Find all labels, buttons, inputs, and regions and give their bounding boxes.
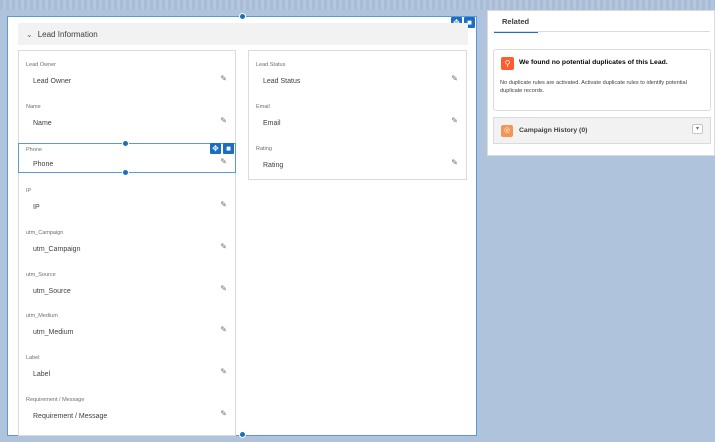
duplicates-card: ⚲ We found no potential duplicates of th… xyxy=(493,49,711,111)
field-value: utm_Campaign xyxy=(33,246,81,253)
field-requirement-message[interactable]: Requirement / Message Requirement / Mess… xyxy=(19,394,235,434)
campaign-target-icon: ◎ xyxy=(501,125,513,137)
section-title: Lead Information xyxy=(37,29,98,39)
field-value: Phone xyxy=(33,161,54,168)
field-value: Email xyxy=(263,120,281,127)
field-label: utm_Campaign xyxy=(26,230,64,236)
field-value: Label xyxy=(33,371,51,378)
pencil-icon[interactable]: ✎ xyxy=(220,74,227,83)
bottom-resize-handle[interactable] xyxy=(239,431,246,438)
bottom-resize-handle[interactable] xyxy=(122,169,129,176)
field-ip[interactable]: IP IP ✎ xyxy=(19,185,235,225)
pencil-icon[interactable]: ✎ xyxy=(451,116,458,125)
campaign-history-card[interactable]: ◎ Campaign History (0) ▾ xyxy=(493,117,711,144)
pencil-icon[interactable]: ✎ xyxy=(220,242,227,251)
field-value: Requirement / Message xyxy=(33,413,108,420)
field-utm-campaign[interactable]: utm_Campaign utm_Campaign ✎ xyxy=(19,227,235,267)
field-label-field[interactable]: Label Label ✎ xyxy=(19,352,235,392)
tab-divider xyxy=(494,31,710,32)
field-name[interactable]: Name Name ✎ xyxy=(19,101,235,141)
trash-icon[interactable]: ■ xyxy=(223,143,234,154)
move-icon[interactable]: ✥ xyxy=(210,143,221,154)
pencil-icon[interactable]: ✎ xyxy=(451,158,458,167)
field-label: Lead Status xyxy=(256,62,286,68)
field-label: Phone xyxy=(26,147,42,153)
pencil-icon[interactable]: ✎ xyxy=(451,74,458,83)
field-label: Name xyxy=(26,104,41,110)
field-value: Lead Owner xyxy=(33,78,72,85)
chevron-down-icon[interactable]: ⌄ xyxy=(26,30,33,39)
duplicates-title: We found no potential duplicates of this… xyxy=(519,59,668,66)
field-label: Lead Owner xyxy=(26,62,56,68)
field-rating[interactable]: Rating Rating ✎ xyxy=(249,143,466,183)
chevron-down-icon[interactable]: ▾ xyxy=(692,124,703,134)
field-label: Email xyxy=(256,104,270,110)
section-header[interactable]: ⌄ Lead Information xyxy=(18,23,468,45)
field-lead-owner[interactable]: Lead Owner Lead Owner ✎ xyxy=(19,59,235,99)
field-phone[interactable]: ✥ ■ Phone Phone ✎ xyxy=(18,140,236,176)
field-label: utm_Source xyxy=(26,272,56,278)
field-value: Name xyxy=(33,120,52,127)
field-label: Requirement / Message xyxy=(26,397,85,403)
top-resize-handle[interactable] xyxy=(122,140,129,147)
pencil-icon[interactable]: ✎ xyxy=(220,116,227,125)
field-toolbar: ✥ ■ xyxy=(210,143,234,154)
field-utm-medium[interactable]: utm_Medium utm_Medium ✎ xyxy=(19,310,235,350)
campaign-history-title[interactable]: Campaign History (0) xyxy=(519,127,587,134)
pencil-icon[interactable]: ✎ xyxy=(220,367,227,376)
field-value: utm_Source xyxy=(33,288,71,295)
field-label: Rating xyxy=(256,146,272,152)
related-panel: Related ⚲ We found no potential duplicat… xyxy=(487,10,715,156)
right-column: Lead Status Lead Status ✎ Email Email ✎ … xyxy=(248,50,467,180)
field-label: IP xyxy=(26,188,32,194)
lead-information-component[interactable]: ✥ ■ ⌄ Lead Information Lead Owner Lead O… xyxy=(7,13,477,438)
pencil-icon[interactable]: ✎ xyxy=(220,200,227,209)
field-lead-status[interactable]: Lead Status Lead Status ✎ xyxy=(249,59,466,99)
pencil-icon[interactable]: ✎ xyxy=(220,325,227,334)
top-strip xyxy=(0,0,715,10)
top-resize-handle[interactable] xyxy=(239,13,246,20)
field-utm-source[interactable]: utm_Source utm_Source ✎ xyxy=(19,269,235,309)
field-value: utm_Medium xyxy=(33,329,74,336)
field-value: Lead Status xyxy=(263,78,301,85)
pencil-icon[interactable]: ✎ xyxy=(220,409,227,418)
field-value: Rating xyxy=(263,162,284,169)
field-email[interactable]: Email Email ✎ xyxy=(249,101,466,141)
field-label: Label xyxy=(26,355,40,361)
duplicate-person-icon: ⚲ xyxy=(501,57,514,70)
left-column: Lead Owner Lead Owner ✎ Name Name ✎ ✥ ■ … xyxy=(18,50,236,436)
pencil-icon[interactable]: ✎ xyxy=(220,157,227,166)
pencil-icon[interactable]: ✎ xyxy=(220,284,227,293)
duplicates-body: No duplicate rules are activated. Activa… xyxy=(500,80,687,94)
field-label: utm_Medium xyxy=(26,313,58,319)
field-value: IP xyxy=(33,204,40,211)
